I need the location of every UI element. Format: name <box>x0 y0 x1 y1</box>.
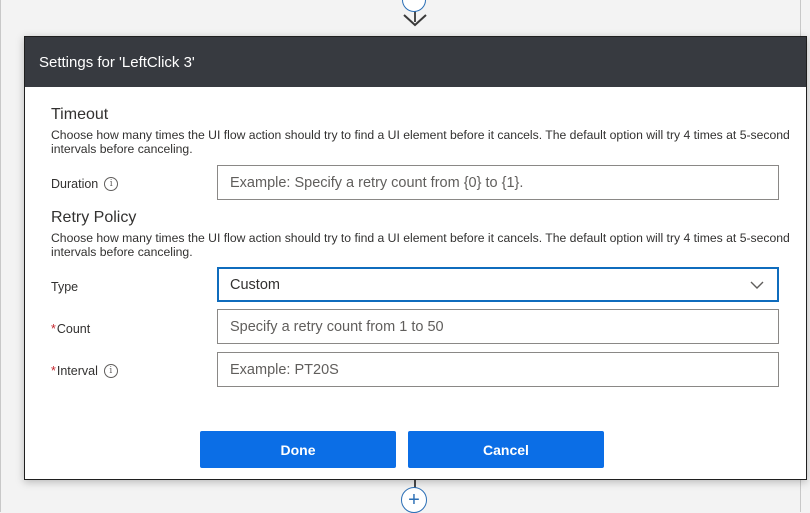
required-mark: * <box>51 322 56 336</box>
interval-input[interactable] <box>217 352 779 387</box>
timeout-description: Choose how many times the UI flow action… <box>51 128 790 156</box>
down-arrow-icon <box>403 14 427 27</box>
type-label-text: Type <box>51 280 79 294</box>
duration-input[interactable] <box>217 165 779 200</box>
retry-policy-title: Retry Policy <box>51 209 137 226</box>
dialog-title: Settings for 'LeftClick 3' <box>39 53 195 71</box>
duration-label-text: Duration <box>51 177 99 191</box>
info-icon[interactable]: i <box>103 364 118 378</box>
add-step-button[interactable]: + <box>401 487 427 513</box>
connector-circle-icon <box>402 0 426 12</box>
canvas-frame-left <box>0 0 1 512</box>
settings-dialog: Settings for 'LeftClick 3' Timeout Choos… <box>24 36 807 480</box>
timeout-title: Timeout <box>51 106 109 123</box>
interval-label: *Interval i <box>51 364 118 378</box>
chevron-down-icon <box>750 281 764 289</box>
info-icon[interactable]: i <box>104 177 119 191</box>
done-button[interactable]: Done <box>200 431 396 468</box>
count-label-text: *Count <box>51 322 90 336</box>
type-label: Type <box>51 280 78 294</box>
type-select-value: Custom <box>230 276 280 293</box>
plus-icon: + <box>408 489 420 511</box>
interval-label-text: *Interval <box>51 364 98 378</box>
dialog-header: Settings for 'LeftClick 3' <box>25 37 806 87</box>
retry-policy-description: Choose how many times the UI flow action… <box>51 231 790 259</box>
cancel-button[interactable]: Cancel <box>408 431 604 468</box>
count-label: *Count <box>51 322 90 336</box>
interval-label-value: Interval <box>56 364 98 378</box>
count-label-value: Count <box>56 322 91 336</box>
duration-label: Duration i <box>51 177 119 191</box>
required-mark: * <box>51 364 56 378</box>
type-select[interactable]: Custom <box>217 267 779 302</box>
count-input[interactable] <box>217 309 779 344</box>
